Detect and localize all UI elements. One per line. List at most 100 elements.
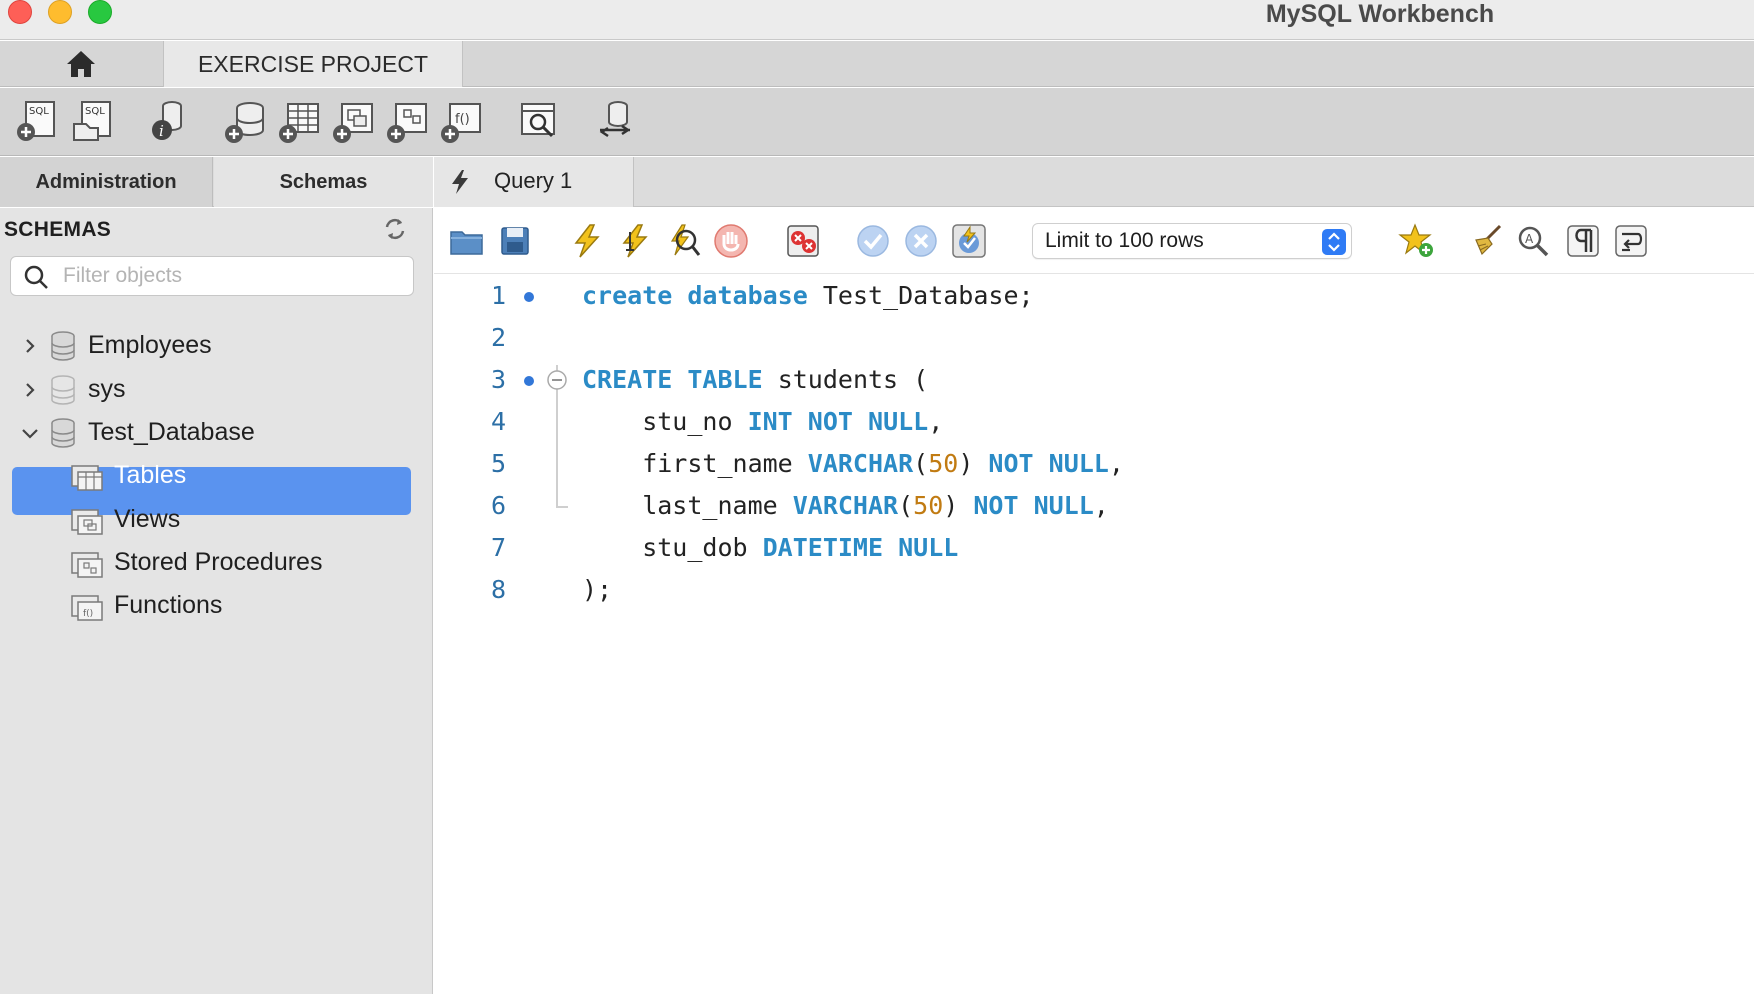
- views-folder-icon: [71, 509, 103, 535]
- create-table-icon[interactable]: [276, 98, 324, 144]
- sql-editor[interactable]: 1 create database Test_Database; 2 3 CRE…: [434, 275, 1754, 994]
- line-number: 8: [490, 575, 506, 604]
- find-icon[interactable]: A: [1514, 222, 1552, 260]
- chevron-right-icon[interactable]: [20, 380, 40, 400]
- create-procedure-icon[interactable]: [384, 98, 432, 144]
- search-table-data-icon[interactable]: [516, 98, 564, 144]
- open-sql-script-icon[interactable]: SQL: [68, 98, 116, 144]
- code-line: 8 );: [434, 569, 1754, 611]
- tree-item-views[interactable]: Views: [0, 498, 433, 542]
- reconnect-icon[interactable]: [592, 98, 640, 144]
- open-file-icon[interactable]: [448, 222, 486, 260]
- schema-item-sys[interactable]: sys: [0, 368, 433, 412]
- database-icon: [51, 418, 75, 448]
- window-title: MySQL Workbench: [1265, 0, 1495, 28]
- refresh-icon[interactable]: [382, 216, 408, 242]
- limit-rows-select[interactable]: Limit to 100 rows: [1032, 223, 1352, 259]
- code-text: CREATE TABLE students (: [582, 365, 929, 394]
- code-line: 2: [434, 317, 1754, 359]
- svg-text:SQL: SQL: [85, 106, 105, 117]
- tab-schemas[interactable]: Schemas: [214, 157, 433, 207]
- code-text: stu_dob DATETIME NULL: [582, 533, 959, 562]
- sidebar-tabs: Administration Schemas: [0, 157, 433, 207]
- schema-label: Test_Database: [88, 418, 255, 446]
- wrap-lines-icon[interactable]: [1612, 222, 1650, 260]
- procedures-folder-icon: [71, 552, 103, 578]
- schema-label: sys: [88, 375, 126, 403]
- code-line: 5 first_name VARCHAR(50) NOT NULL,: [434, 443, 1754, 485]
- code-line: 4 stu_no INT NOT NULL,: [434, 401, 1754, 443]
- schema-item-employees[interactable]: Employees: [0, 324, 433, 368]
- title-bar: MySQL Workbench: [0, 0, 1754, 40]
- toggle-error-icon[interactable]: [784, 222, 822, 260]
- svg-text:SQL: SQL: [29, 106, 49, 117]
- statement-marker: [524, 376, 534, 386]
- zoom-window-button[interactable]: [88, 0, 112, 24]
- tree-item-label: Tables: [114, 461, 187, 489]
- chevron-right-icon[interactable]: [20, 336, 40, 356]
- query-tab-strip: Query 1: [434, 157, 1754, 207]
- create-function-icon[interactable]: f(): [438, 98, 486, 144]
- tab-exercise-project[interactable]: EXERCISE PROJECT: [163, 41, 463, 87]
- inspector-icon[interactable]: i: [144, 98, 192, 144]
- chevron-down-icon[interactable]: [20, 423, 40, 443]
- save-icon[interactable]: [496, 222, 534, 260]
- commit-icon[interactable]: [854, 222, 892, 260]
- invisible-chars-icon[interactable]: [1564, 222, 1602, 260]
- lightning-icon: [452, 170, 468, 194]
- line-number: 6: [490, 491, 506, 520]
- execute-icon[interactable]: [568, 222, 606, 260]
- create-view-icon[interactable]: [330, 98, 378, 144]
- minimize-window-button[interactable]: [48, 0, 72, 24]
- tab-administration[interactable]: Administration: [0, 157, 213, 207]
- tree-item-tables[interactable]: Tables: [0, 454, 433, 498]
- line-number: 3: [490, 365, 506, 394]
- schemas-heading: SCHEMAS: [4, 218, 112, 241]
- create-schema-icon[interactable]: [222, 98, 270, 144]
- code-text: create database Test_Database;: [582, 281, 1034, 310]
- schema-item-test-database[interactable]: Test_Database: [0, 411, 433, 455]
- filter-objects-field[interactable]: [10, 256, 414, 296]
- tables-folder-icon: [71, 465, 103, 491]
- line-number: 5: [490, 449, 506, 478]
- svg-text:i: i: [159, 122, 164, 140]
- tree-item-label: Stored Procedures: [114, 548, 323, 576]
- new-sql-tab-icon[interactable]: SQL: [14, 98, 62, 144]
- tree-item-stored-procedures[interactable]: Stored Procedures: [0, 541, 433, 585]
- line-number: 4: [490, 407, 506, 436]
- schemas-sidebar: SCHEMAS Employees sys: [0, 208, 433, 994]
- collapse-fold-icon[interactable]: [546, 369, 568, 391]
- query-tab-label: Query 1: [494, 168, 573, 193]
- code-text: last_name VARCHAR(50) NOT NULL,: [582, 491, 1109, 520]
- autocommit-icon[interactable]: [950, 222, 988, 260]
- functions-folder-icon: f(): [71, 595, 103, 621]
- tree-item-functions[interactable]: f() Functions: [0, 584, 433, 628]
- rollback-icon[interactable]: [902, 222, 940, 260]
- stop-icon[interactable]: [712, 222, 750, 260]
- explain-icon[interactable]: [664, 222, 702, 260]
- beautify-icon[interactable]: [1468, 222, 1506, 260]
- limit-rows-label: Limit to 100 rows: [1045, 229, 1204, 252]
- connection-tab-strip: EXERCISE PROJECT: [0, 41, 1754, 87]
- code-text: stu_no INT NOT NULL,: [582, 407, 944, 436]
- code-line: 7 stu_dob DATETIME NULL: [434, 527, 1754, 569]
- statement-marker: [524, 292, 534, 302]
- home-icon: [67, 51, 95, 77]
- database-icon: [51, 331, 75, 361]
- filter-objects-input[interactable]: [63, 261, 403, 291]
- tab-query-1[interactable]: Query 1: [434, 157, 634, 207]
- search-icon: [24, 265, 48, 289]
- code-text: first_name VARCHAR(50) NOT NULL,: [582, 449, 1124, 478]
- svg-text:f(): f(): [455, 112, 470, 127]
- code-line: 3 CREATE TABLE students (: [434, 359, 1754, 401]
- home-tab[interactable]: [0, 41, 162, 87]
- code-text: );: [582, 575, 613, 604]
- tree-item-label: Views: [114, 505, 181, 533]
- tree-item-label: Functions: [114, 591, 223, 619]
- code-line: 1 create database Test_Database;: [434, 275, 1754, 317]
- add-snippet-icon[interactable]: [1398, 222, 1436, 260]
- close-window-button[interactable]: [8, 0, 32, 24]
- svg-text:f(): f(): [83, 609, 93, 619]
- execute-current-icon[interactable]: [616, 222, 654, 260]
- svg-text:A: A: [1525, 232, 1534, 246]
